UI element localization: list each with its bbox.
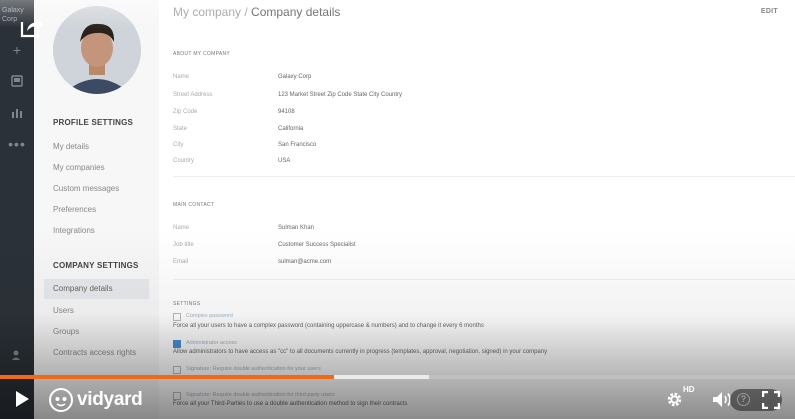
job-title-value: Customer Success Specialist [278,242,356,248]
inbox-icon[interactable] [0,74,34,90]
complex-password-label: Complex password [186,313,233,319]
double-auth-users-label: Signature: Require double authentication… [186,366,321,372]
chart-icon[interactable] [0,106,34,122]
company-details-panel: My company / Company details EDIT ABOUT … [159,0,795,419]
help-icon[interactable]: ? [737,393,750,406]
field-label: Email [173,259,189,265]
state-value: California [278,126,304,132]
field-label: Street Address [173,92,213,98]
field-label: Job title [173,242,194,248]
vidyard-mark-icon [49,388,73,412]
field-label: State [173,126,188,132]
zip-code-value: 94108 [278,109,295,115]
vidyard-logo-text: vidyard [77,389,143,410]
complex-password-desc: Force all your users to have a complex p… [173,323,484,329]
company-name-value: Galaxy Corp [278,74,312,80]
profile-settings-heading: PROFILE SETTINGS [53,118,134,127]
contact-heading: MAIN CONTACT [173,202,215,208]
avatar [53,6,141,94]
app-rail: Galaxy Corp + ••• [0,0,34,419]
administrator-access-label: Administrator access [186,340,238,346]
field-label: City [173,142,184,148]
double-auth-users-checkbox[interactable] [173,366,181,374]
share-icon[interactable] [18,14,44,40]
breadcrumb: My company / Company details [173,5,340,19]
sidebar-item-custom-messages[interactable]: Custom messages [53,184,119,193]
contact-name-value: Sulman Khan [278,225,315,231]
administrator-access-checkbox[interactable] [173,340,181,348]
hd-badge: HD [683,385,695,394]
country-value: USA [278,158,291,164]
edit-button[interactable]: EDIT [761,8,778,15]
more-icon[interactable]: ••• [0,136,34,152]
about-heading: ABOUT MY COMPANY [173,51,231,57]
player-controls: vidyard HD ? [0,379,795,419]
sidebar-item-users[interactable]: Users [53,306,74,315]
breadcrumb-separator: / [241,5,252,19]
section-divider [173,176,795,177]
field-label: Country [173,158,195,164]
street-address-value: 123 Market Street Zip Code State City Co… [278,92,403,98]
field-label: Name [173,74,190,80]
sidebar-item-preferences[interactable]: Preferences [53,205,96,214]
play-icon[interactable] [14,390,30,413]
vidyard-logo[interactable]: vidyard [49,388,143,412]
sidebar-item-groups[interactable]: Groups [53,327,79,336]
settings-heading: SETTINGS [173,301,201,307]
field-label: Name [173,225,190,231]
sidebar-item-contracts-access-rights[interactable]: Contracts access rights [53,348,136,357]
field-label: Zip Code [173,109,198,115]
administrator-access-desc: Allow administrators to have access as "… [173,349,548,355]
sidebar-item-integrations[interactable]: Integrations [53,226,95,235]
page-title: Company details [251,5,341,19]
plus-icon[interactable]: + [0,42,34,58]
fullscreen-icon[interactable] [761,390,781,414]
sidebar-item-my-details[interactable]: My details [53,142,89,151]
breadcrumb-parent[interactable]: My company [173,5,241,19]
section-divider [173,279,795,280]
company-settings-heading: COMPANY SETTINGS [53,261,139,270]
city-value: San Francisco [278,142,317,148]
email-value: sulman@acme.com [278,259,332,265]
sidebar-item-company-details[interactable]: Company details [44,279,149,299]
settings-sidebar: PROFILE SETTINGS My details My companies… [34,0,159,419]
settings-gear-icon[interactable] [666,391,683,413]
sidebar-item-my-companies[interactable]: My companies [53,163,105,172]
complex-password-checkbox[interactable] [173,313,181,321]
add-user-icon[interactable] [0,348,34,364]
